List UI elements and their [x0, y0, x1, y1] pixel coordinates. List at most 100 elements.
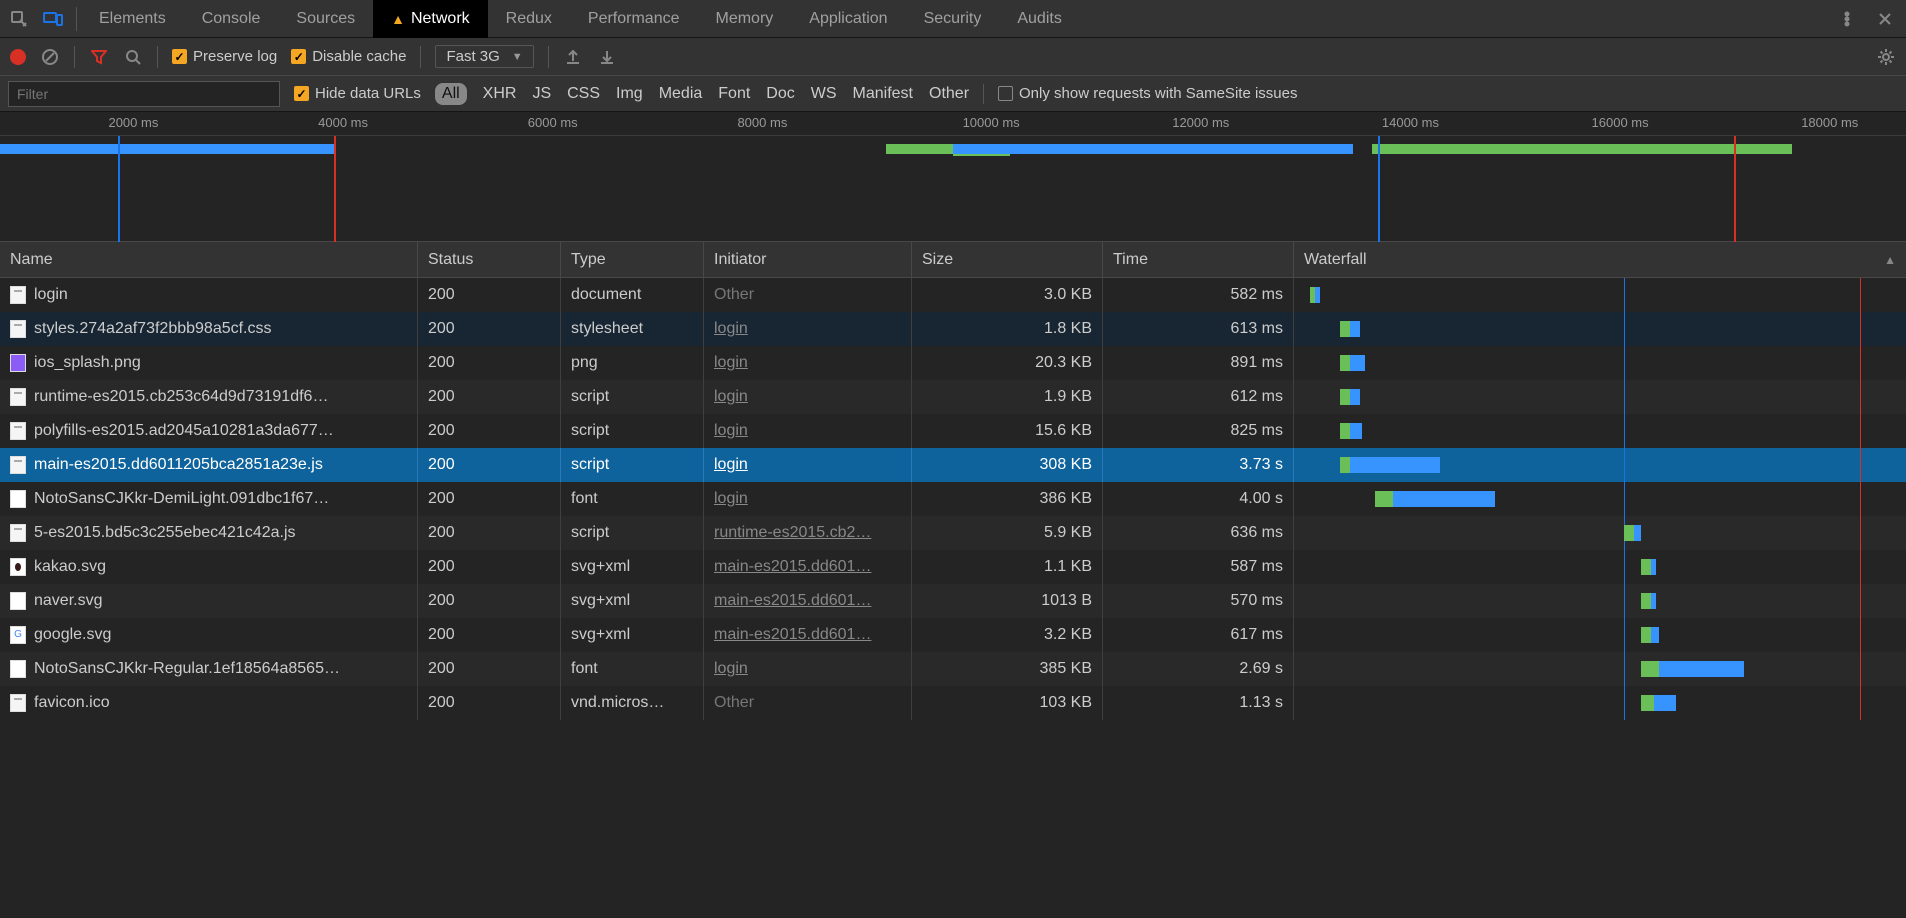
filter-cat-manifest[interactable]: Manifest: [853, 85, 913, 103]
tab-console[interactable]: Console: [184, 0, 279, 38]
tab-security[interactable]: Security: [906, 0, 1000, 38]
table-row[interactable]: login200documentOther3.0 KB582 ms: [0, 278, 1906, 312]
request-size: 308 KB: [912, 448, 1103, 482]
timeline-bar: [953, 144, 1353, 154]
filter-cat-img[interactable]: Img: [616, 85, 643, 103]
column-size[interactable]: Size: [912, 242, 1103, 277]
column-initiator[interactable]: Initiator: [704, 242, 912, 277]
tab-audits[interactable]: Audits: [999, 0, 1079, 38]
filter-cat-font[interactable]: Font: [718, 85, 750, 103]
table-row[interactable]: ios_splash.png200pnglogin20.3 KB891 ms: [0, 346, 1906, 380]
timeline-ticks: 2000 ms4000 ms6000 ms8000 ms10000 ms1200…: [0, 112, 1906, 136]
download-har-icon[interactable]: [597, 47, 617, 67]
timeline-tick: 18000 ms: [1801, 115, 1858, 130]
table-row[interactable]: favicon.ico200vnd.micros…Other103 KB1.13…: [0, 686, 1906, 720]
tab-application[interactable]: Application: [791, 0, 905, 38]
request-waterfall: [1294, 346, 1906, 380]
table-row[interactable]: NotoSansCJKkr-DemiLight.091dbc1f67…200fo…: [0, 482, 1906, 516]
filter-cat-js[interactable]: JS: [532, 85, 551, 103]
tab-redux[interactable]: Redux: [488, 0, 570, 38]
filter-categories: All XHR JS CSS Img Media Font Doc WS Manifest Othe…: [435, 83, 969, 105]
filter-cat-other[interactable]: Other: [929, 85, 969, 103]
checkbox-empty-icon: [998, 86, 1013, 101]
request-status: 200: [418, 346, 561, 380]
filter-cat-media[interactable]: Media: [659, 85, 703, 103]
tab-sources[interactable]: Sources: [278, 0, 373, 38]
request-status: 200: [418, 448, 561, 482]
request-initiator: main-es2015.dd601…: [704, 550, 912, 584]
filter-cat-all[interactable]: All: [435, 83, 467, 105]
initiator-link[interactable]: login: [714, 354, 748, 372]
initiator-link[interactable]: main-es2015.dd601…: [714, 626, 871, 644]
table-row[interactable]: naver.svg200svg+xmlmain-es2015.dd601…101…: [0, 584, 1906, 618]
file-icon: [10, 320, 26, 338]
request-name: NotoSansCJKkr-DemiLight.091dbc1f67…: [34, 490, 329, 508]
search-icon[interactable]: [123, 47, 143, 67]
hide-data-urls-checkbox[interactable]: Hide data URLs: [294, 85, 421, 102]
column-status[interactable]: Status: [418, 242, 561, 277]
request-name: ios_splash.png: [34, 354, 141, 372]
initiator-link[interactable]: login: [714, 660, 748, 678]
table-row[interactable]: styles.274a2af73f2bbb98a5cf.css200styles…: [0, 312, 1906, 346]
table-row[interactable]: main-es2015.dd6011205bca2851a23e.js200sc…: [0, 448, 1906, 482]
column-time[interactable]: Time: [1103, 242, 1294, 277]
tabs-container: ElementsConsoleSources▲NetworkReduxPerfo…: [81, 0, 1080, 38]
filter-icon[interactable]: [89, 47, 109, 67]
table-row[interactable]: runtime-es2015.cb253c64d9d73191df6…200sc…: [0, 380, 1906, 414]
tab-network[interactable]: ▲Network: [373, 0, 488, 38]
request-initiator: main-es2015.dd601…: [704, 584, 912, 618]
close-icon[interactable]: [1874, 8, 1896, 30]
filter-cat-doc[interactable]: Doc: [766, 85, 794, 103]
initiator-link[interactable]: login: [714, 320, 748, 338]
disable-cache-checkbox[interactable]: Disable cache: [291, 48, 406, 65]
samesite-checkbox[interactable]: Only show requests with SameSite issues: [998, 85, 1297, 102]
table-row[interactable]: polyfills-es2015.ad2045a10281a3da677…200…: [0, 414, 1906, 448]
preserve-log-checkbox[interactable]: Preserve log: [172, 48, 277, 65]
settings-icon[interactable]: [1876, 47, 1896, 67]
initiator-link[interactable]: login: [714, 388, 748, 406]
tab-elements[interactable]: Elements: [81, 0, 184, 38]
filter-cat-css[interactable]: CSS: [567, 85, 600, 103]
table-row[interactable]: Ggoogle.svg200svg+xmlmain-es2015.dd601…3…: [0, 618, 1906, 652]
column-name[interactable]: Name: [0, 242, 418, 277]
initiator-link[interactable]: login: [714, 490, 748, 508]
clear-icon[interactable]: [40, 47, 60, 67]
upload-har-icon[interactable]: [563, 47, 583, 67]
request-time: 587 ms: [1103, 550, 1294, 584]
timeline-overview[interactable]: 2000 ms4000 ms6000 ms8000 ms10000 ms1200…: [0, 112, 1906, 242]
request-type: vnd.micros…: [561, 686, 704, 720]
waterfall-marker: [1624, 312, 1625, 346]
initiator-link[interactable]: runtime-es2015.cb2…: [714, 524, 871, 542]
device-toggle-icon[interactable]: [42, 8, 64, 30]
request-status: 200: [418, 380, 561, 414]
request-time: 825 ms: [1103, 414, 1294, 448]
column-waterfall[interactable]: Waterfall: [1294, 242, 1906, 277]
request-waterfall: [1294, 482, 1906, 516]
initiator-link[interactable]: login: [714, 422, 748, 440]
filter-cat-ws[interactable]: WS: [811, 85, 837, 103]
filter-input[interactable]: [8, 81, 280, 107]
column-type[interactable]: Type: [561, 242, 704, 277]
initiator-link[interactable]: main-es2015.dd601…: [714, 558, 871, 576]
waterfall-marker: [1860, 550, 1861, 584]
more-icon[interactable]: [1836, 8, 1858, 30]
filter-cat-xhr[interactable]: XHR: [483, 85, 517, 103]
inspect-icon[interactable]: [8, 8, 30, 30]
initiator-link[interactable]: login: [714, 456, 748, 474]
timeline-bar: [1372, 144, 1791, 154]
record-button[interactable]: [10, 49, 26, 65]
tab-memory[interactable]: Memory: [698, 0, 792, 38]
throttle-select[interactable]: Fast 3G▼: [435, 45, 533, 68]
table-row[interactable]: 5-es2015.bd5c3c255ebec421c42a.js200scrip…: [0, 516, 1906, 550]
tab-performance[interactable]: Performance: [570, 0, 698, 38]
devtools-tab-bar: ElementsConsoleSources▲NetworkReduxPerfo…: [0, 0, 1906, 38]
waterfall-marker: [1860, 482, 1861, 516]
separator: [157, 46, 158, 68]
request-name: main-es2015.dd6011205bca2851a23e.js: [34, 456, 323, 474]
request-initiator: Other: [704, 686, 912, 720]
table-row[interactable]: NotoSansCJKkr-Regular.1ef18564a8565…200f…: [0, 652, 1906, 686]
table-row[interactable]: kakao.svg200svg+xmlmain-es2015.dd601…1.1…: [0, 550, 1906, 584]
waterfall-marker: [1624, 618, 1625, 652]
request-size: 385 KB: [912, 652, 1103, 686]
initiator-link[interactable]: main-es2015.dd601…: [714, 592, 871, 610]
